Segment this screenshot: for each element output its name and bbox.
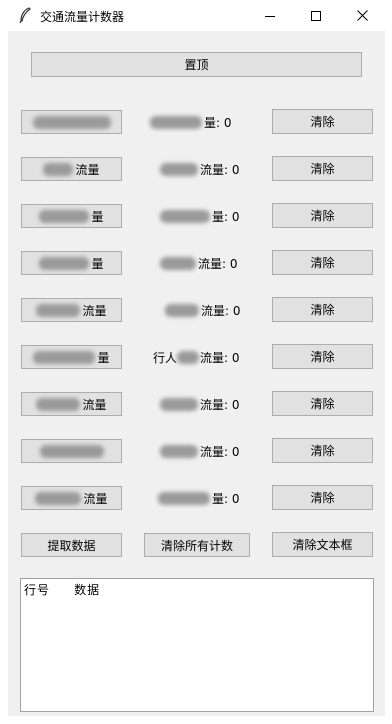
- clear-button[interactable]: 清除: [272, 156, 373, 181]
- count-button[interactable]: [21, 110, 122, 134]
- count-button[interactable]: 流量: [21, 157, 122, 181]
- clear-textbox-button[interactable]: 清除文本框: [272, 532, 373, 557]
- count-button[interactable]: 流量: [21, 298, 122, 322]
- count-label: 行人 流量: 0: [153, 349, 240, 365]
- pin-top-button[interactable]: 置顶: [31, 52, 362, 77]
- count-value: 流量: 0: [200, 397, 240, 412]
- clear-all-counts-button[interactable]: 清除所有计数: [144, 533, 250, 557]
- blurred-text: [33, 350, 96, 364]
- count-label: 量: 0: [150, 114, 232, 130]
- blurred-text: [150, 115, 202, 129]
- minimize-button[interactable]: [247, 0, 293, 31]
- header-row-number: 行号: [24, 583, 51, 597]
- count-value: 量: 0: [212, 491, 240, 506]
- count-button[interactable]: 量: [21, 251, 122, 275]
- window-frame: [385, 31, 392, 724]
- button-label: 流量: [75, 162, 100, 177]
- count-value: 量: 0: [212, 209, 240, 224]
- button-label: 量: [97, 350, 110, 365]
- clear-button[interactable]: 清除: [272, 344, 373, 369]
- button-label: 流量: [82, 397, 107, 412]
- clear-button[interactable]: 清除: [272, 297, 373, 322]
- count-label: 流量: 0: [160, 396, 240, 412]
- blurred-text: [158, 491, 210, 505]
- blurred-text: [43, 162, 74, 176]
- blurred-text: [35, 491, 82, 505]
- blurred-text: [160, 162, 198, 176]
- label-prefix: 行人: [153, 350, 178, 365]
- count-label: 流量: 0: [165, 302, 241, 318]
- count-button[interactable]: [21, 439, 122, 463]
- blurred-text: [36, 397, 81, 411]
- button-label: 量: [91, 209, 104, 224]
- clear-button[interactable]: 清除: [272, 391, 373, 416]
- blurred-text: [165, 303, 199, 317]
- maximize-button[interactable]: [293, 0, 339, 31]
- button-label: 流量: [83, 491, 108, 506]
- blurred-text: [36, 303, 81, 317]
- window-title: 交通流量计数器: [40, 10, 125, 24]
- count-label: 流量: 0: [160, 443, 240, 459]
- count-value: 流量: 0: [200, 444, 240, 459]
- close-icon: [356, 10, 368, 21]
- blurred-text: [160, 444, 198, 458]
- count-value: 量: 0: [204, 115, 232, 130]
- blurred-text: [39, 209, 90, 223]
- count-button[interactable]: 量: [21, 345, 122, 369]
- blurred-text: [39, 256, 90, 270]
- window-frame: [0, 31, 8, 724]
- minimize-icon: [265, 15, 275, 17]
- blurred-text: [32, 115, 111, 129]
- count-label: 流量: 0: [160, 161, 240, 177]
- blurred-text: [160, 397, 198, 411]
- clear-button[interactable]: 清除: [272, 109, 373, 134]
- blurred-text: [160, 209, 210, 223]
- extract-data-button[interactable]: 提取数据: [21, 533, 122, 557]
- blurred-text: [177, 350, 200, 364]
- feather-icon: [19, 7, 31, 24]
- clear-button[interactable]: 清除: [272, 203, 373, 228]
- output-textbox[interactable]: 行号 数据: [20, 578, 374, 712]
- count-value: 流量: 0: [198, 256, 238, 271]
- count-value: 流量: 0: [201, 303, 241, 318]
- count-button[interactable]: 流量: [21, 392, 122, 416]
- window-frame: [0, 716, 392, 724]
- blurred-text: [39, 444, 104, 458]
- maximize-icon: [311, 10, 321, 21]
- title-bar: 交通流量计数器: [0, 0, 392, 31]
- button-label: 流量: [82, 303, 107, 318]
- count-label: 量: 0: [158, 490, 240, 506]
- clear-button[interactable]: 清除: [272, 250, 373, 275]
- count-button[interactable]: 流量: [21, 486, 122, 510]
- button-label: 量: [91, 256, 104, 271]
- count-value: 流量: 0: [200, 162, 240, 177]
- count-label: 量: 0: [160, 208, 240, 224]
- blurred-text: [160, 256, 196, 270]
- count-button[interactable]: 量: [21, 204, 122, 228]
- header-data: 数据: [74, 583, 101, 597]
- clear-button[interactable]: 清除: [272, 438, 373, 463]
- clear-button[interactable]: 清除: [272, 485, 373, 510]
- close-button[interactable]: [339, 0, 385, 31]
- textbox-header: 行号 数据: [24, 581, 100, 598]
- count-label: 流量: 0: [160, 255, 238, 271]
- count-value: 流量: 0: [200, 350, 240, 365]
